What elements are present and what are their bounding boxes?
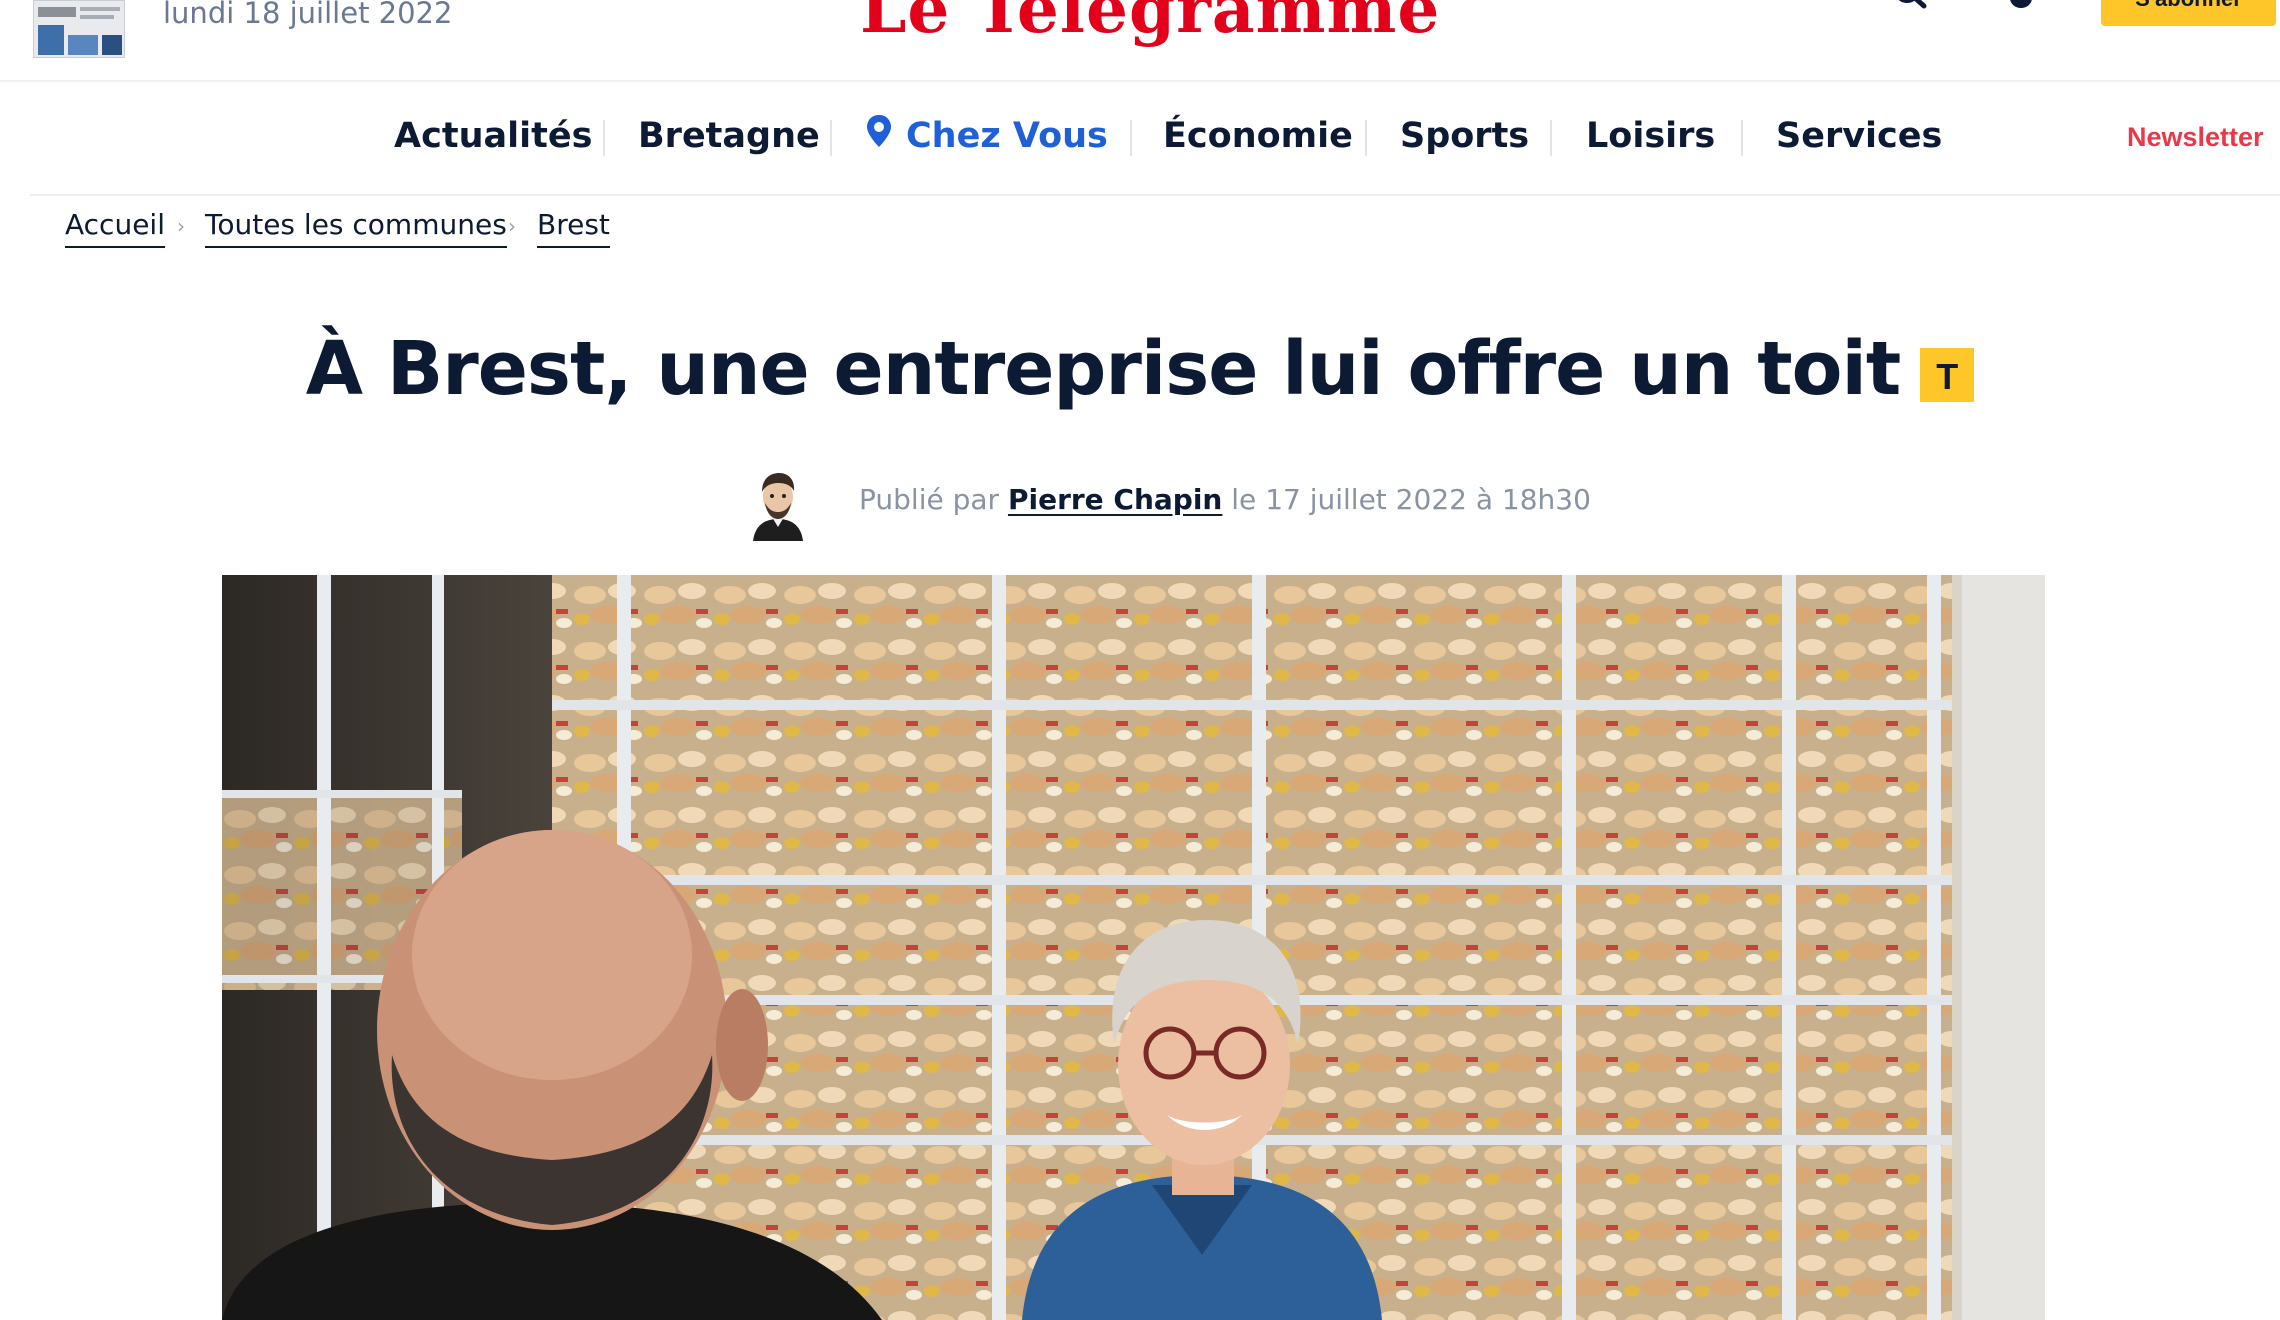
article-byline: Publié par Pierre Chapin le 17 juillet 2…: [745, 465, 1645, 545]
article-title: À Brest, une entreprise lui offre un toi…: [305, 326, 1901, 412]
nav-item-chez-vous[interactable]: Chez Vous: [866, 115, 1108, 156]
nav-separator: [830, 120, 832, 156]
top-bar: lundi 18 juillet 2022 Le Télégramme S'ab…: [0, 0, 2280, 82]
newsletter-link[interactable]: Newsletter: [2127, 122, 2264, 153]
location-pin-icon: [867, 115, 891, 147]
nav-separator: [1741, 120, 1743, 156]
nav-separator: [1550, 120, 1552, 156]
nav-item-label: Chez Vous: [906, 116, 1108, 156]
article-hero-image: [222, 575, 2045, 1320]
chevron-right-icon: ›: [177, 214, 185, 238]
nav-item-actualites[interactable]: Actualités: [394, 116, 592, 156]
publish-date: le 17 juillet 2022 à 18h30: [1231, 483, 1591, 516]
nav-separator: [603, 120, 605, 156]
nav-item-services[interactable]: Services: [1776, 116, 1942, 156]
hero-photo: [222, 575, 2045, 1320]
chevron-right-icon: ›: [508, 214, 516, 238]
current-date: lundi 18 juillet 2022: [163, 0, 453, 30]
account-icon[interactable]: [2004, 0, 2038, 12]
subscribe-button[interactable]: S'abonner: [2101, 0, 2276, 26]
nav-separator: [1130, 120, 1132, 156]
article-headline: À Brest, une entreprise lui offre un toi…: [0, 326, 2280, 412]
breadcrumb-brest[interactable]: Brest: [537, 208, 610, 248]
search-icon[interactable]: [1891, 0, 1931, 16]
premium-badge: T: [1920, 348, 1975, 402]
nav-item-sports[interactable]: Sports: [1400, 116, 1529, 156]
breadcrumb-toutes-les-communes[interactable]: Toutes les communes: [205, 208, 507, 248]
byline-prefix: Publié par: [859, 483, 1000, 516]
author-avatar[interactable]: [745, 465, 811, 541]
nav-item-economie[interactable]: Économie: [1163, 116, 1353, 156]
nav-item-loisirs[interactable]: Loisirs: [1586, 116, 1715, 156]
nav-item-bretagne[interactable]: Bretagne: [638, 116, 820, 156]
breadcrumb-accueil[interactable]: Accueil: [65, 208, 165, 248]
author-link[interactable]: Pierre Chapin: [1008, 483, 1222, 516]
nav-separator: [1365, 120, 1367, 156]
byline-text: Publié par Pierre Chapin le 17 juillet 2…: [859, 483, 1591, 516]
main-navigation: Actualités Bretagne Chez Vous Économie S…: [30, 82, 2280, 196]
edition-thumbnail[interactable]: [33, 0, 125, 58]
site-logo[interactable]: Le Télégramme: [860, 0, 1440, 48]
